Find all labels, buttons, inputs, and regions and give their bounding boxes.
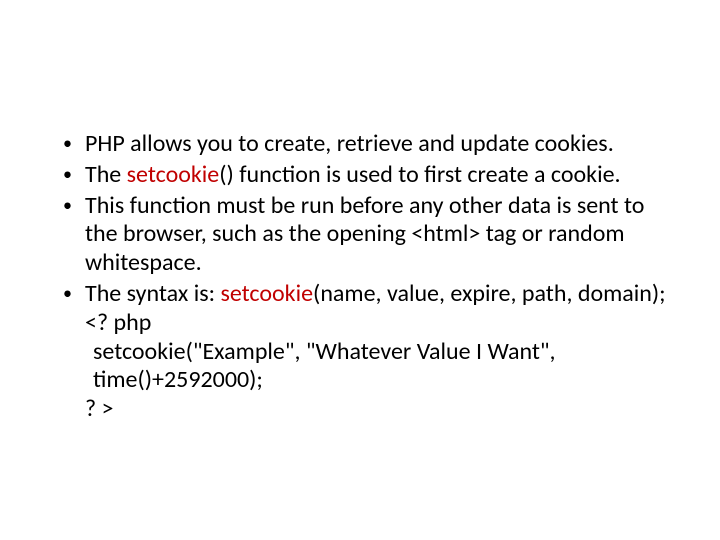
bullet-text: (name, value, expire, path, domain); bbox=[313, 279, 666, 308]
bullet-text: This function must be run before any oth… bbox=[85, 191, 644, 278]
bullet-text: The bbox=[85, 160, 127, 189]
bullet-text: () function is used to first create a co… bbox=[219, 160, 620, 189]
bullet-list: PHP allows you to create, retrieve and u… bbox=[50, 130, 670, 424]
highlight-text: setcookie bbox=[220, 279, 313, 308]
bullet-text: The syntax is: bbox=[85, 279, 220, 308]
bullet-item: The syntax is: setcookie(name, value, ex… bbox=[85, 280, 670, 424]
bullet-item: This function must be run before any oth… bbox=[85, 192, 670, 278]
highlight-text: setcookie bbox=[127, 160, 220, 189]
code-line: ? > bbox=[85, 395, 670, 424]
bullet-item: The setcookie() function is used to firs… bbox=[85, 161, 670, 190]
code-line: <? php bbox=[85, 309, 670, 338]
bullet-item: PHP allows you to create, retrieve and u… bbox=[85, 130, 670, 159]
bullet-text: PHP allows you to create, retrieve and u… bbox=[85, 129, 614, 158]
code-line: setcookie("Example", "Whatever Value I W… bbox=[85, 338, 670, 396]
